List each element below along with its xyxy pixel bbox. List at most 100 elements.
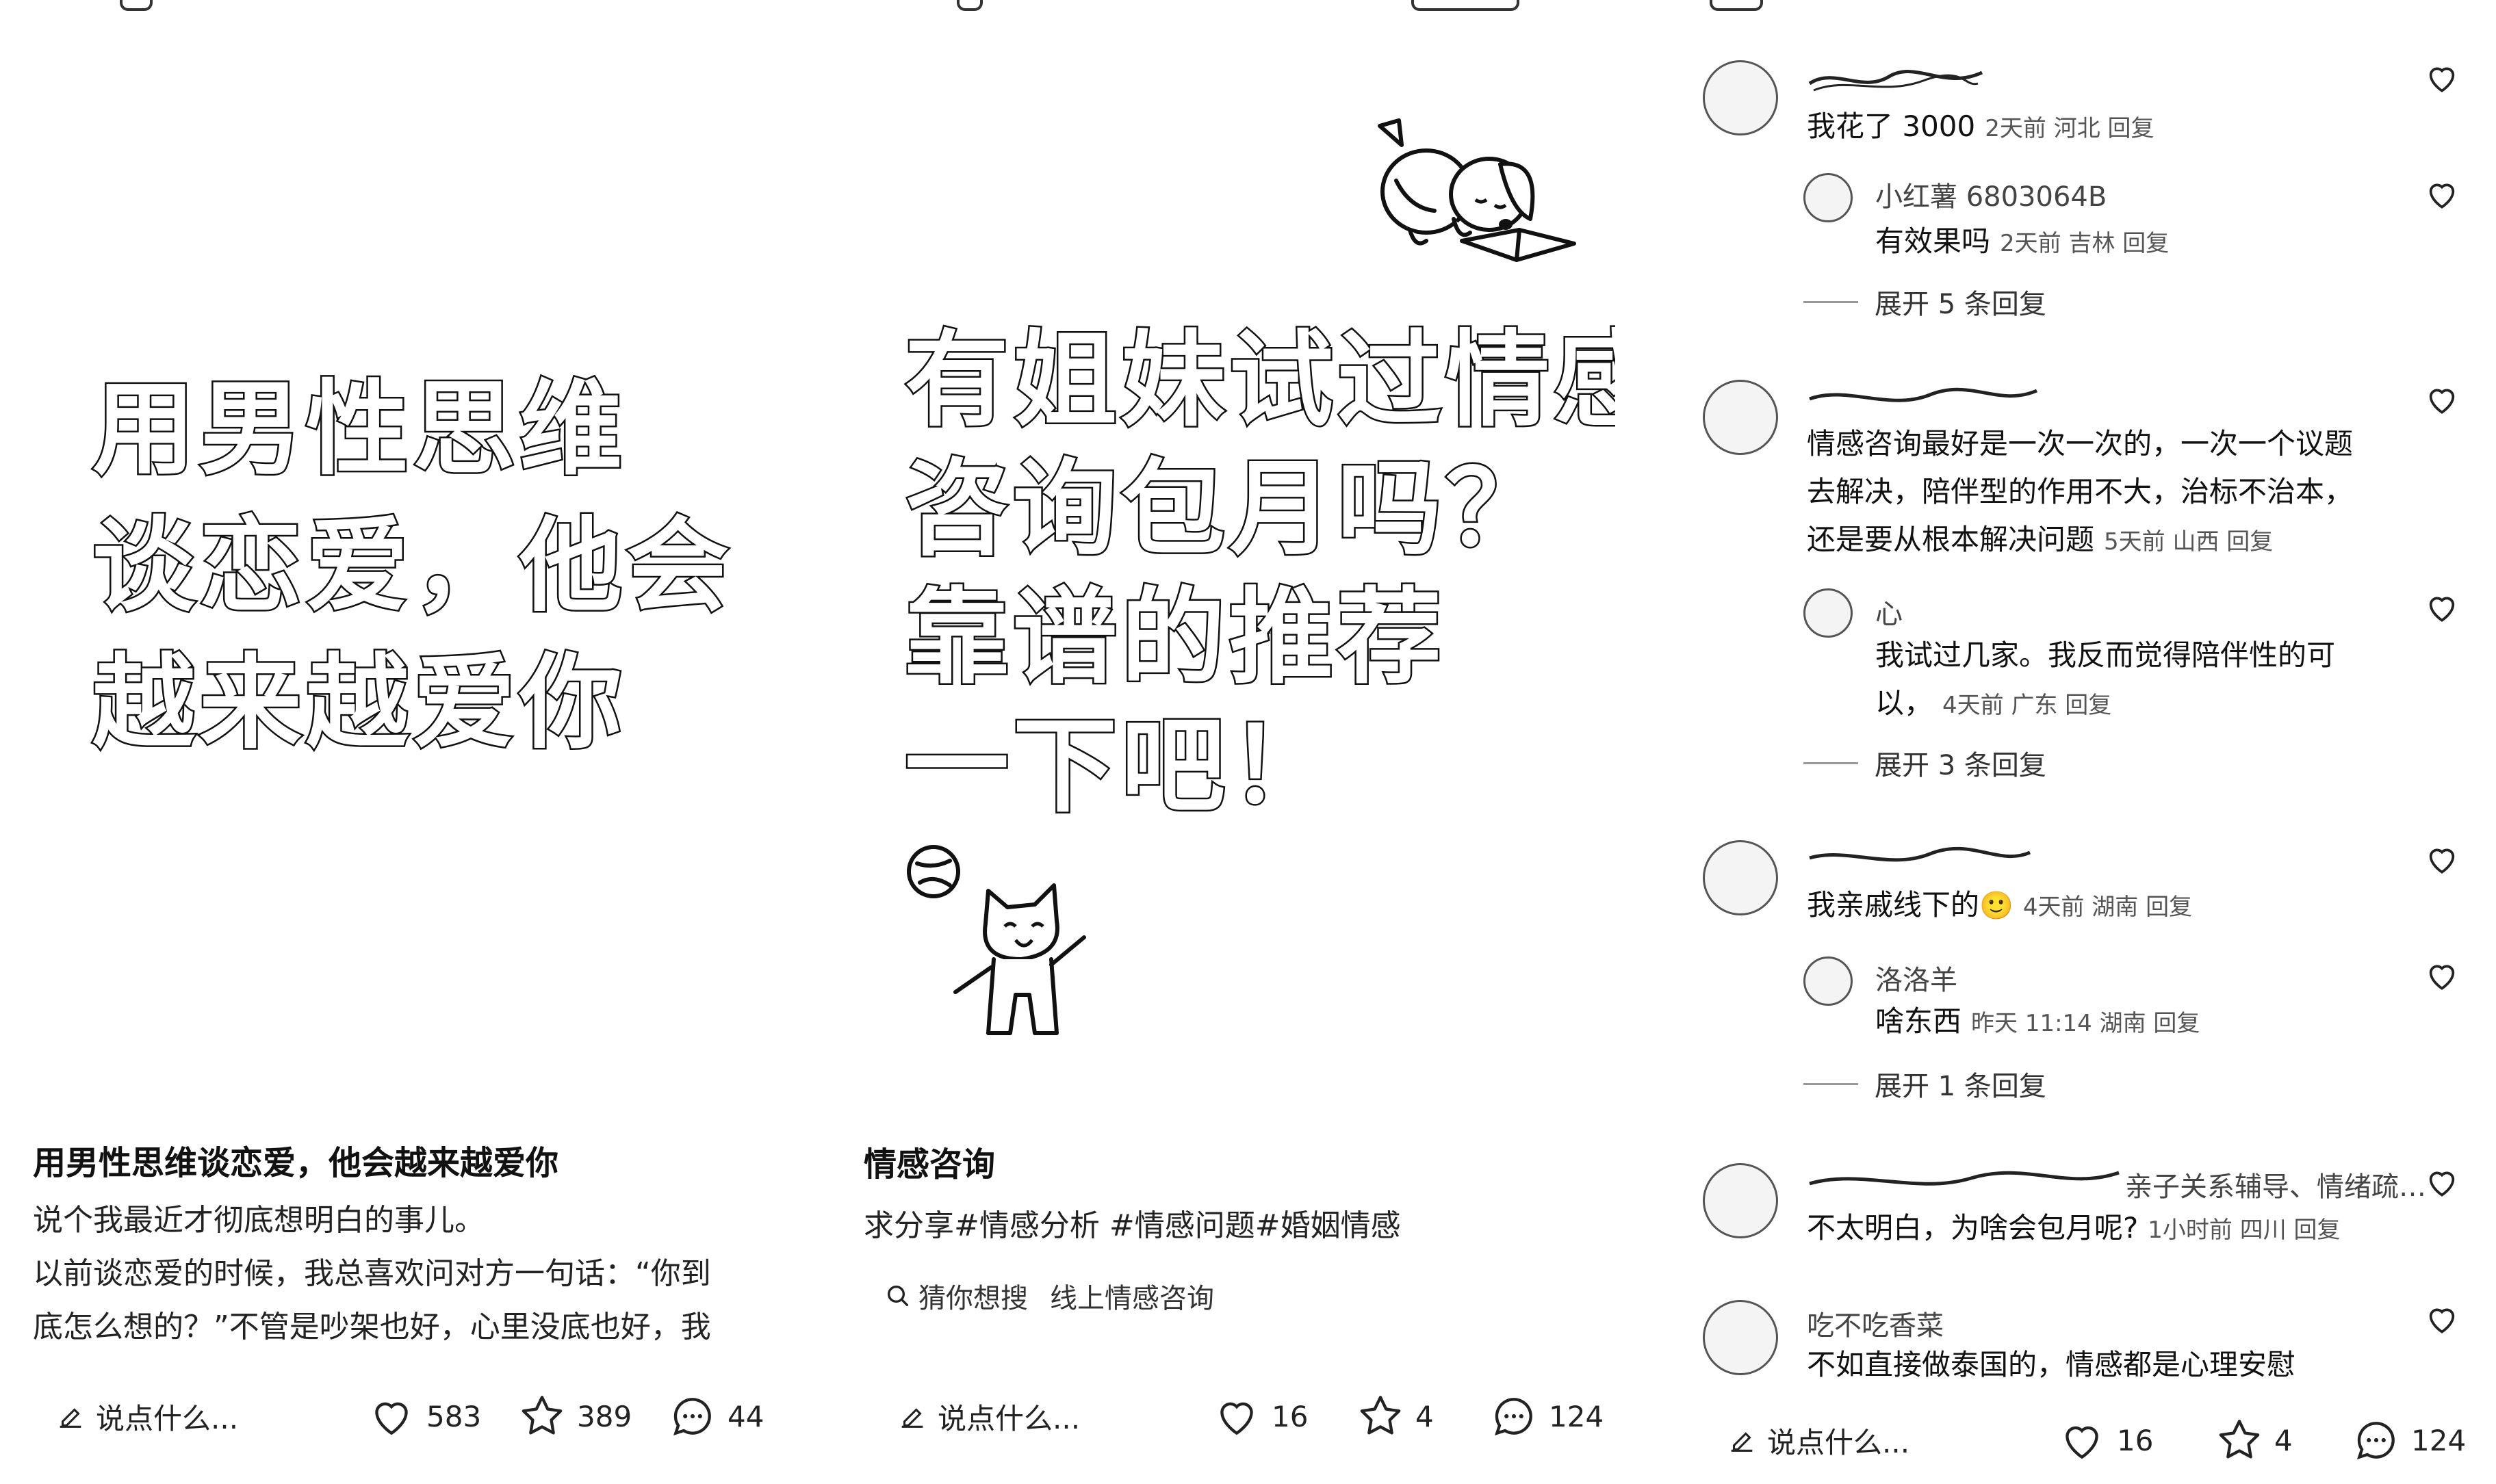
comment-text: 我亲戚线下的🙂 4天前 湖南 回复	[1807, 881, 2192, 931]
bottom-action-bar: 说点什么... 16 4 124	[821, 1389, 1615, 1444]
avatar[interactable]	[1803, 173, 1853, 222]
expand-replies-button[interactable]: 展开 5 条回复	[1803, 282, 2046, 322]
emoji: 🙂	[1979, 890, 2013, 922]
reply-text: 啥东西 昨天 11:14 湖南 回复	[1875, 998, 2200, 1047]
comment-input[interactable]: 说点什么...	[1726, 1420, 1909, 1461]
like-button[interactable]: 583	[366, 1391, 481, 1442]
puppy-reading-illustration	[1378, 118, 1576, 262]
reply-username[interactable]: 心	[1875, 592, 1903, 632]
like-outline-icon[interactable]	[2423, 588, 2461, 627]
like-count: 16	[1272, 1399, 1309, 1433]
cover-line: 靠谱的推荐	[903, 575, 1445, 700]
redacted-username	[1809, 387, 2037, 402]
star-icon	[522, 1396, 563, 1435]
like-count: 16	[2117, 1423, 2154, 1457]
cover-title: 用男性思维 谈恋爱，他会 越来越爱你	[90, 361, 733, 772]
collect-count: 4	[1415, 1399, 1434, 1433]
redacted-username	[1809, 846, 2031, 862]
guess-search-link[interactable]: 猜你想搜 线上情感咨询	[884, 1276, 1214, 1316]
comment-icon	[2356, 1422, 2395, 1459]
reply-username[interactable]: 洛洛羊	[1875, 958, 1957, 998]
reply-meta: 4天前 广东 回复	[1942, 692, 2112, 719]
reply-text: 有效果吗 2天前 吉林 回复	[1875, 218, 2169, 268]
heart-icon	[375, 1402, 408, 1435]
comment-content: 我亲戚线下的	[1807, 888, 1980, 922]
cover-title: 有姐妹试过情感 咨询包月吗？ 靠谱的推荐 一下吧！	[903, 316, 1616, 831]
post-body-line: 说个我最近才彻底想明白的事儿。	[33, 1203, 485, 1238]
comment-content: 不太明白，为啥会包月呢?	[1807, 1211, 2139, 1245]
comment-input[interactable]: 说点什么...	[55, 1396, 238, 1437]
like-outline-icon[interactable]	[2423, 1163, 2461, 1201]
comment-count: 44	[728, 1399, 764, 1433]
guess-query: 线上情感咨询	[1050, 1283, 1214, 1314]
comment-text: 不太明白，为啥会包月呢? 1小时前 四川 回复	[1807, 1204, 2341, 1254]
like-outline-icon[interactable]	[2423, 175, 2461, 213]
cover-line: 用男性思维	[90, 369, 627, 491]
comment-text: 我花了 3000 2天前 河北 回复	[1807, 103, 2154, 153]
star-icon	[1360, 1396, 1401, 1435]
expand-replies-button[interactable]: 展开 3 条回复	[1803, 743, 2046, 783]
redacted-username	[1808, 70, 1983, 92]
heart-icon	[1220, 1402, 1253, 1435]
comment-line: 情感咨询最好是一次一次的，一次一个议题	[1807, 427, 2354, 460]
note-panel-2: 有姐妹试过情感 咨询包月吗？ 靠谱的推荐 一下吧！ 情感咨询 求分享#情感分析 …	[821, 0, 1615, 1484]
redacted-username	[1809, 1171, 2120, 1186]
cat-with-ball-illustration	[907, 845, 1086, 1035]
heart-icon	[2066, 1426, 2098, 1459]
collect-button[interactable]: 4	[1355, 1391, 1434, 1442]
expand-label: 展开 5 条回复	[1875, 289, 2046, 320]
collect-count: 389	[577, 1399, 632, 1433]
post-body-line: 以前谈恋爱的时候，我总喜欢问对方一句话：“你到	[33, 1256, 711, 1291]
note-panel-1: 用男性思维 谈恋爱，他会 越来越爱你 用男性思维谈恋爱，他会越来越爱你 说个我最…	[0, 0, 794, 1484]
comment-icon	[1494, 1398, 1532, 1435]
star-icon	[2219, 1420, 2260, 1459]
avatar[interactable]	[1703, 840, 1778, 915]
avatar[interactable]	[1803, 588, 1853, 638]
search-icon	[888, 1286, 908, 1306]
like-outline-icon[interactable]	[2423, 956, 2461, 995]
collect-button[interactable]: 4	[2214, 1415, 2293, 1466]
comment-username[interactable]: 吃不吃香菜	[1807, 1303, 1944, 1343]
top-cropped-avatar	[1710, 0, 1763, 11]
comment-button[interactable]: 124	[1489, 1391, 1604, 1442]
post-tags[interactable]: 求分享#情感分析 #情感问题#婚姻情感	[864, 1201, 1401, 1245]
comment-input-placeholder: 说点什么...	[938, 1401, 1081, 1435]
collect-count: 4	[2274, 1423, 2293, 1457]
reply-text: 我试过几家。我反而觉得陪伴性的可 以， 4天前 广东 回复	[1875, 632, 2335, 729]
comment-meta: 2天前 河北 回复	[1985, 115, 2154, 142]
like-outline-icon[interactable]	[2423, 380, 2461, 419]
comment-input[interactable]: 说点什么...	[897, 1396, 1080, 1437]
comments-panel: 我花了 3000 2天前 河北 回复 小红薯 6803064B 有效果吗 2天前 吉…	[1684, 0, 2496, 1484]
like-button[interactable]: 16	[1211, 1391, 1308, 1442]
comment-count: 124	[1549, 1399, 1604, 1433]
avatar[interactable]	[1803, 956, 1853, 1006]
collect-button[interactable]: 389	[517, 1391, 632, 1442]
top-cropped-button	[1411, 0, 1519, 11]
avatar[interactable]	[1703, 380, 1778, 455]
reply-line: 我试过几家。我反而觉得陪伴性的可	[1875, 638, 2336, 672]
comment-content: 我花了 3000	[1807, 109, 1976, 143]
cover-line: 一下吧！	[903, 704, 1337, 829]
reply-meta: 2天前 吉林 回复	[2000, 230, 2170, 257]
comment-meta: 4天前 湖南 回复	[2022, 894, 2193, 921]
post-body: 说个我最近才彻底想明白的事儿。 以前谈恋爱的时候，我总喜欢问对方一句话：“你到 …	[33, 1194, 711, 1354]
comment-input-placeholder: 说点什么...	[1767, 1425, 1910, 1459]
like-outline-icon[interactable]	[2423, 1300, 2461, 1338]
avatar[interactable]	[1703, 1300, 1778, 1375]
comment-button[interactable]: 124	[2351, 1415, 2466, 1466]
post-body-line: 底怎么想的？”不管是吵架也好，心里没底也好，我	[33, 1310, 711, 1344]
like-button[interactable]: 16	[2057, 1415, 2153, 1466]
like-count: 583	[426, 1399, 482, 1433]
expand-replies-button[interactable]: 展开 1 条回复	[1803, 1064, 2046, 1104]
like-outline-icon[interactable]	[2423, 840, 2461, 878]
pencil-icon	[60, 1408, 81, 1428]
comment-button[interactable]: 44	[667, 1391, 764, 1442]
like-outline-icon[interactable]	[2423, 59, 2461, 97]
reply-username[interactable]: 小红薯 6803064B	[1875, 174, 2107, 214]
reply-content: 有效果吗	[1875, 224, 1991, 258]
avatar[interactable]	[1703, 1163, 1778, 1238]
divider	[1803, 1082, 1858, 1085]
avatar[interactable]	[1703, 60, 1778, 135]
reply-line: 以，	[1875, 686, 1933, 720]
divider	[1803, 300, 1858, 303]
